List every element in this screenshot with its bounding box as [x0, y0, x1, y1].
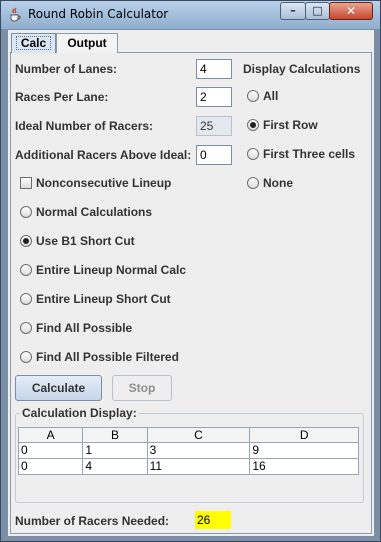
minimize-icon: – [290, 4, 296, 17]
table-header-row: A B C D [17, 427, 359, 443]
b1-short-cut-radio[interactable] [20, 235, 32, 247]
column-header[interactable]: D [249, 427, 359, 443]
table-cell[interactable]: 11 [146, 458, 251, 475]
entire-lineup-normal-radio[interactable] [20, 264, 32, 276]
find-all-possible-label: Find All Possible [36, 321, 133, 335]
client-area: Number of Lanes: 4 Races Per Lane: 2 Ide… [8, 30, 374, 536]
normal-calculations-label: Normal Calculations [36, 205, 153, 219]
entire-lineup-normal-label: Entire Lineup Normal Calc [36, 263, 187, 277]
display-none-radio[interactable] [247, 177, 259, 189]
nonconsecutive-checkbox[interactable] [20, 177, 32, 189]
lanes-label: Number of Lanes: [15, 62, 118, 76]
table-row[interactable]: 0 4 11 16 [17, 458, 359, 475]
tab-focus-ring [16, 36, 51, 50]
display-all-label: All [263, 89, 279, 103]
tab-calc[interactable]: Calc [11, 33, 56, 53]
find-all-possible-filtered-radio[interactable] [20, 351, 32, 363]
table-cell[interactable]: 0 [17, 442, 84, 459]
table-cell[interactable]: 4 [82, 458, 148, 475]
minimize-button[interactable]: – [280, 2, 306, 20]
entire-lineup-short-cut-radio[interactable] [20, 293, 32, 305]
display-first-row-label: First Row [263, 118, 318, 132]
ideal-racers-label: Ideal Number of Racers: [15, 119, 154, 133]
races-per-lane-input[interactable]: 2 [196, 87, 232, 107]
table-cell[interactable]: 16 [249, 458, 359, 475]
races-per-lane-label: Races Per Lane: [15, 90, 109, 104]
display-all-radio[interactable] [247, 90, 259, 102]
table-cell[interactable]: 1 [82, 442, 148, 459]
normal-calculations-radio[interactable] [20, 206, 32, 218]
java-cup-icon [10, 7, 21, 22]
column-header[interactable]: B [82, 427, 148, 443]
calculation-display-group: Calculation Display: A B C D 0 1 3 9 0 4… [15, 406, 364, 503]
find-all-possible-filtered-label: Find All Possible Filtered [36, 350, 179, 364]
display-none-label: None [263, 176, 293, 190]
calculation-table: A B C D 0 1 3 9 0 4 11 16 [17, 427, 359, 475]
tab-output-label: Output [67, 36, 107, 50]
display-first-three-radio[interactable] [247, 148, 259, 160]
calc-panel: Number of Lanes: 4 Races Per Lane: 2 Ide… [10, 52, 372, 534]
ideal-racers-field: 25 [196, 116, 232, 136]
racers-needed-label: Number of Racers Needed: [15, 514, 170, 528]
tab-output[interactable]: Output [56, 33, 118, 53]
display-first-three-label: First Three cells [263, 147, 356, 161]
close-button[interactable]: ✕ [329, 2, 373, 20]
table-row[interactable]: 0 1 3 9 [17, 442, 359, 459]
calculation-display-title: Calculation Display: [20, 406, 139, 420]
entire-lineup-short-cut-label: Entire Lineup Short Cut [36, 292, 171, 306]
column-header[interactable]: C [146, 427, 251, 443]
table-cell[interactable]: 3 [146, 442, 251, 459]
close-icon: ✕ [345, 4, 357, 18]
app-window: Round Robin Calculator – □ ✕ Number of L… [0, 0, 381, 542]
additional-racers-label: Additional Racers Above Ideal: [15, 148, 192, 162]
title-bar[interactable]: Round Robin Calculator – □ ✕ [1, 1, 380, 29]
lanes-input[interactable]: 4 [196, 59, 232, 79]
display-calculations-heading: Display Calculations [243, 62, 361, 76]
additional-racers-input[interactable]: 0 [196, 145, 232, 165]
racers-needed-value: 26 [195, 511, 231, 529]
stop-button[interactable]: Stop [112, 375, 172, 401]
window-title: Round Robin Calculator [28, 7, 169, 21]
maximize-icon: □ [312, 4, 323, 17]
table-cell[interactable]: 9 [249, 442, 359, 459]
find-all-possible-radio[interactable] [20, 322, 32, 334]
display-first-row-radio[interactable] [247, 119, 259, 131]
maximize-button[interactable]: □ [305, 2, 330, 20]
b1-short-cut-label: Use B1 Short Cut [36, 234, 135, 248]
nonconsecutive-label: Nonconsecutive Lineup [36, 176, 172, 190]
calculate-button[interactable]: Calculate [15, 375, 102, 401]
column-header[interactable]: A [17, 427, 84, 443]
table-cell[interactable]: 0 [17, 458, 84, 475]
